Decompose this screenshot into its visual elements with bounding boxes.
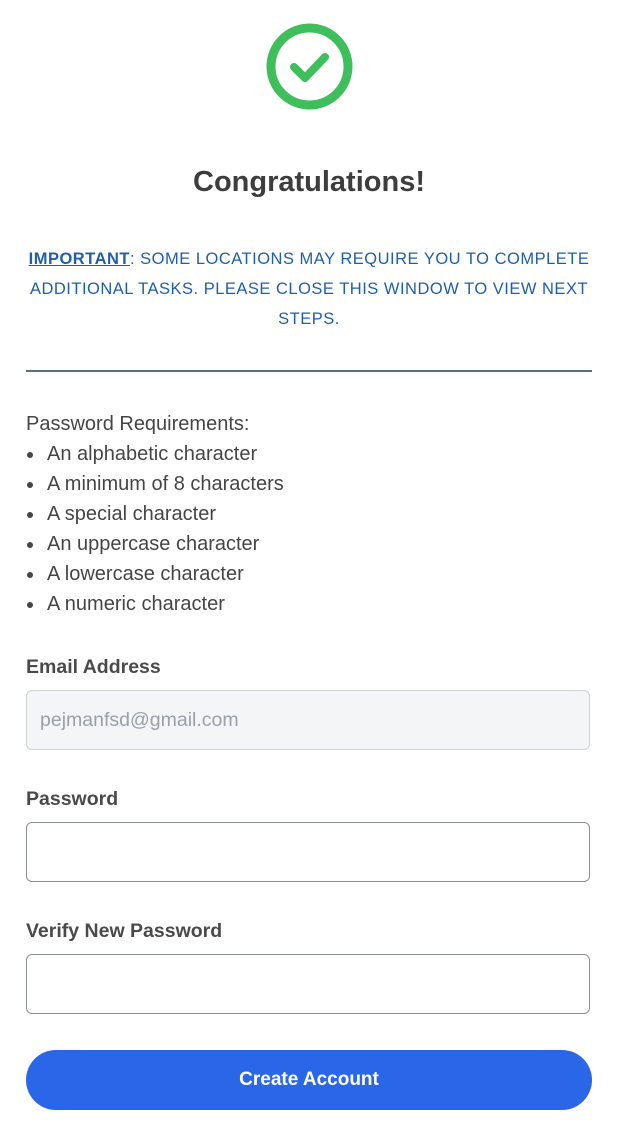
requirement-item: A special character [26, 499, 586, 529]
important-label: IMPORTANT [28, 250, 130, 268]
requirement-item: A minimum of 8 characters [26, 469, 586, 499]
requirement-item: A numeric character [26, 589, 586, 619]
requirements-heading: Password Requirements: [26, 413, 250, 435]
divider [26, 370, 592, 372]
verify-password-label: Verify New Password [26, 920, 223, 942]
email-label: Email Address [26, 656, 161, 678]
important-notice: IMPORTANT: SOME LOCATIONS MAY REQUIRE YO… [20, 244, 598, 334]
create-account-button[interactable]: Create Account [26, 1050, 592, 1110]
page-title: Congratulations! [193, 166, 425, 198]
verify-password-field[interactable] [26, 954, 590, 1014]
password-label: Password [26, 788, 119, 810]
password-field[interactable] [26, 822, 590, 882]
check-circle-icon [266, 23, 353, 110]
requirement-item: An uppercase character [26, 529, 586, 559]
requirement-item: An alphabetic character [26, 439, 586, 469]
password-requirements: Password Requirements: An alphabetic cha… [26, 409, 586, 619]
requirement-item: A lowercase character [26, 559, 586, 589]
requirements-list: An alphabetic character A minimum of 8 c… [26, 439, 586, 619]
email-field[interactable] [26, 690, 590, 750]
